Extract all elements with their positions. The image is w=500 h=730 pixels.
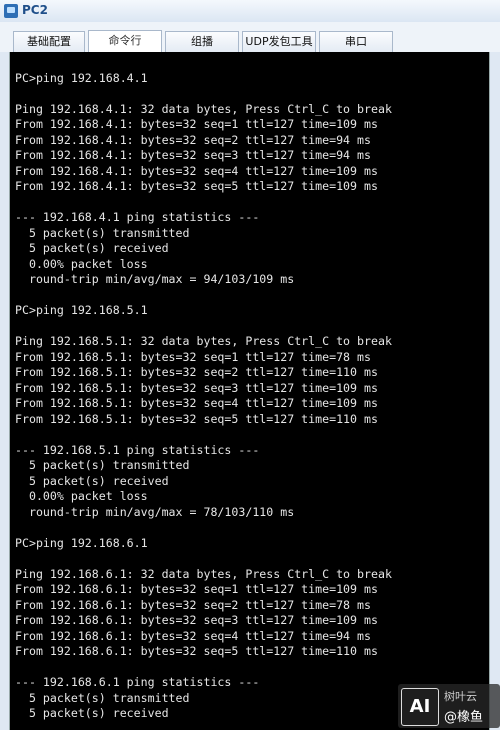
terminal-line: From 192.168.4.1: bytes=32 seq=1 ttl=127… [15,117,378,131]
terminal-line: --- 192.168.4.1 ping statistics --- [15,210,260,224]
terminal-line: Ping 192.168.6.1: 32 data bytes, Press C… [15,566,392,581]
terminal-line: From 192.168.6.1: bytes=32 seq=2 ttl=127… [15,597,371,612]
terminal-line: 5 packet(s) transmitted [15,458,190,472]
terminal-line: From 192.168.5.1: bytes=32 seq=5 ttl=127… [15,411,378,426]
tab-command-line[interactable]: 命令行 [88,30,162,52]
title-bar: PC2 [0,0,500,23]
terminal-line: round-trip min/avg/max = 94/103/109 ms [15,272,295,286]
terminal-line: From 192.168.4.1: bytes=32 seq=3 ttl=127… [15,148,371,162]
terminal-line: From 192.168.6.1: bytes=32 seq=3 ttl=127… [15,613,378,627]
terminal-line: --- 192.168.5.1 ping statistics --- [15,442,260,457]
terminal-line: 0.00% packet loss [15,489,148,503]
tab-udp-tool[interactable]: UDP发包工具 [242,31,316,52]
terminal-line: PC>ping 192.168.6.1 [15,535,148,550]
window-title: PC2 [22,3,48,17]
terminal-line: From 192.168.6.1: bytes=32 seq=1 ttl=127… [15,582,378,596]
terminal-line: PC>ping 192.168.4.1 [15,70,148,85]
terminal-line: From 192.168.4.1: bytes=32 seq=4 ttl=127… [15,163,378,178]
terminal-line: 0.00% packet loss [15,256,148,271]
terminal-line: From 192.168.5.1: bytes=32 seq=4 ttl=127… [15,396,378,410]
terminal-line: From 192.168.6.1: bytes=32 seq=5 ttl=127… [15,644,378,658]
tab-multicast[interactable]: 组播 [165,31,239,52]
terminal-line: From 192.168.4.1: bytes=32 seq=5 ttl=127… [15,179,378,193]
terminal-line: Ping 192.168.5.1: 32 data bytes, Press C… [15,334,392,348]
watermark-logo: AI [401,688,439,726]
terminal-line: From 192.168.5.1: bytes=32 seq=3 ttl=127… [15,380,378,395]
terminal-line: 5 packet(s) received [15,706,169,720]
terminal-line: Ping 192.168.4.1: 32 data bytes, Press C… [15,101,392,116]
watermark: AI 树叶云 @橡鱼 [398,684,500,728]
terminal-line: 5 packet(s) received [15,241,169,255]
watermark-line2: @橡鱼 [444,710,484,725]
terminal-line: From 192.168.5.1: bytes=32 seq=1 ttl=127… [15,349,371,364]
app-icon [4,4,18,18]
tab-bar: 基础配置 命令行 组播 UDP发包工具 串口 [0,22,500,52]
terminal-line: PC>ping 192.168.5.1 [15,303,148,317]
terminal-line: From 192.168.6.1: bytes=32 seq=4 ttl=127… [15,628,371,643]
tab-basic-config[interactable]: 基础配置 [13,31,85,52]
terminal-line: From 192.168.4.1: bytes=32 seq=2 ttl=127… [15,132,371,147]
terminal-line: --- 192.168.6.1 ping statistics --- [15,675,260,689]
terminal-line: round-trip min/avg/max = 78/103/110 ms [15,504,295,519]
terminal-line: 5 packet(s) transmitted [15,690,190,705]
tab-serial[interactable]: 串口 [319,31,393,52]
terminal-line: 5 packet(s) transmitted [15,225,190,240]
terminal-line: 5 packet(s) received [15,473,169,488]
command-line-output[interactable]: PC>ping 192.168.4.1 Ping 192.168.4.1: 32 … [9,52,490,730]
watermark-line1: 树叶云 [444,690,477,703]
terminal-line: From 192.168.5.1: bytes=32 seq=2 ttl=127… [15,365,378,379]
